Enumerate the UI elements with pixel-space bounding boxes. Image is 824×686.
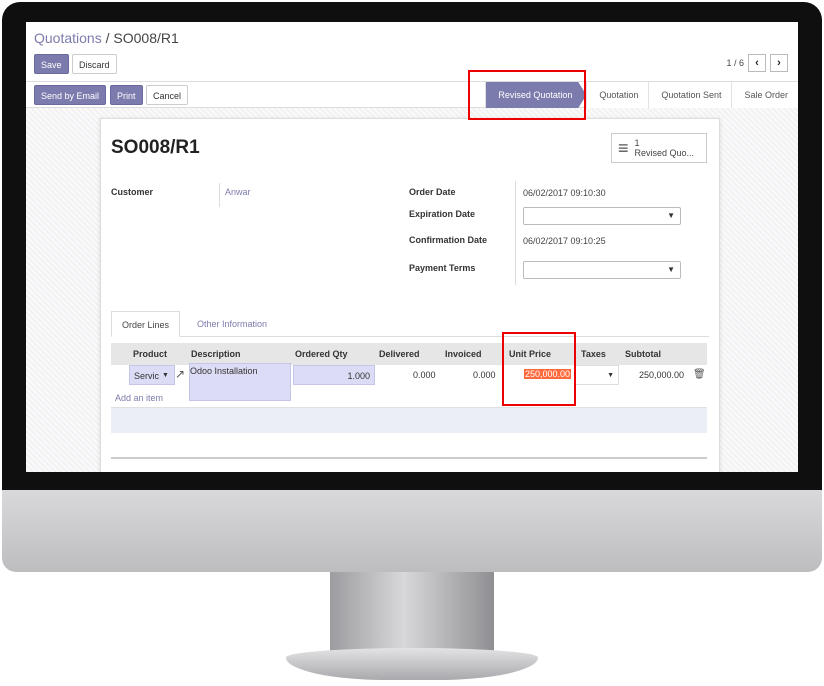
expiration-date-label: Expiration Date [409, 209, 476, 219]
cancel-button[interactable]: Cancel [146, 85, 189, 105]
breadcrumb-current: SO008/R1 [113, 30, 179, 46]
print-button[interactable]: Print [110, 85, 143, 105]
date-fields-divider [515, 181, 516, 285]
stage-sale-order[interactable]: Sale Order [731, 82, 798, 108]
product-select[interactable]: Servic ▼ [129, 365, 175, 385]
highlight-unit-price [502, 332, 576, 406]
trash-icon[interactable]: 🗑 [693, 369, 706, 380]
column-taxes[interactable]: Taxes [581, 343, 606, 365]
save-button[interactable]: Save [34, 54, 69, 74]
invoiced-value: 0.000 [473, 370, 496, 380]
payment-terms-field[interactable]: ▼ [523, 261, 681, 279]
order-date-label: Order Date [409, 187, 456, 197]
monitor-base [286, 648, 538, 680]
caret-down-icon: ▼ [607, 372, 614, 379]
stage-quotation[interactable]: Quotation [586, 82, 649, 108]
column-subtotal[interactable]: Subtotal [625, 343, 661, 365]
control-panel: Quotations / SO008/R1 Save Discard 1 / 6… [26, 22, 798, 82]
column-description[interactable]: Description [191, 343, 241, 365]
customer-field[interactable]: Anwar [225, 187, 251, 197]
smart-button-text: 1 Revised Quo... [635, 138, 695, 158]
order-lines-header: Product Description Ordered Qty Delivere… [111, 343, 707, 365]
tab-order-lines[interactable]: Order Lines [111, 311, 181, 337]
monitor-neck [330, 572, 494, 652]
form-sheet: SO008/R1 ≡ 1 Revised Quo... Customer Anw… [100, 118, 720, 472]
chevron-left-icon[interactable]: ‹ [748, 54, 766, 72]
highlight-status-stage [468, 70, 586, 120]
ordered-qty-field[interactable]: 1.000 [293, 365, 375, 385]
breadcrumb-parent[interactable]: Quotations [34, 30, 102, 46]
delivered-value: 0.000 [413, 370, 436, 380]
taxes-select[interactable]: ▼ [575, 365, 619, 385]
customer-label: Customer [111, 187, 154, 197]
app-screen: Quotations / SO008/R1 Save Discard 1 / 6… [26, 22, 798, 472]
monitor-chin [2, 490, 822, 572]
tab-other-information[interactable]: Other Information [187, 311, 277, 337]
caret-down-icon: ▼ [667, 265, 675, 274]
confirmation-date-field[interactable]: 06/02/2017 09:10:25 [523, 236, 606, 246]
pager-value[interactable]: 1 / 6 [726, 58, 744, 68]
hamburger-list-icon: ≡ [618, 138, 629, 158]
revisions-smart-button[interactable]: ≡ 1 Revised Quo... [611, 133, 707, 163]
caret-down-icon: ▼ [162, 372, 169, 379]
smart-button-count: 1 [634, 138, 640, 148]
ordered-qty-value: 1.000 [347, 371, 370, 381]
caret-down-icon: ▼ [667, 211, 675, 220]
payment-terms-label: Payment Terms [409, 263, 476, 273]
breadcrumb-separator: / [105, 30, 110, 46]
column-product[interactable]: Product [133, 343, 167, 365]
column-delivered[interactable]: Delivered [379, 343, 420, 365]
send-by-email-button[interactable]: Send by Email [34, 85, 107, 105]
pager: 1 / 6 ‹ › [726, 54, 788, 72]
record-title: SO008/R1 [111, 137, 200, 158]
monitor: Quotations / SO008/R1 Save Discard 1 / 6… [0, 0, 824, 686]
chevron-right-icon[interactable]: › [770, 54, 788, 72]
notebook-tabs: Order Lines Other Information [111, 311, 709, 337]
description-field[interactable]: Odoo Installation [189, 363, 291, 401]
order-date-field[interactable]: 06/02/2017 09:10:30 [523, 188, 606, 198]
statusbar: Send by Email Print Cancel Revised Quota… [26, 82, 798, 108]
description-value: Odoo Installation [190, 366, 258, 376]
customer-divider [219, 183, 220, 207]
product-value: Servic [134, 371, 160, 381]
discard-button[interactable]: Discard [72, 54, 117, 74]
stage-quotation-sent[interactable]: Quotation Sent [648, 82, 732, 108]
expiration-date-field[interactable]: ▼ [523, 207, 681, 225]
external-link-icon[interactable]: ↗ [175, 367, 185, 381]
table-row[interactable]: Servic ▼ ↗ Odoo Installation 1.000 0.000… [111, 363, 707, 401]
confirmation-date-label: Confirmation Date [409, 235, 488, 245]
smart-button-label: Revised Quo... [634, 148, 695, 158]
subtotal-value: 250,000.00 [639, 370, 685, 380]
column-ordered-qty[interactable]: Ordered Qty [295, 343, 348, 365]
breadcrumb: Quotations / SO008/R1 [34, 30, 179, 46]
add-an-item-link[interactable]: Add an item [115, 393, 163, 403]
column-invoiced[interactable]: Invoiced [445, 343, 482, 365]
section-divider [111, 457, 707, 459]
table-empty-area [111, 407, 707, 433]
